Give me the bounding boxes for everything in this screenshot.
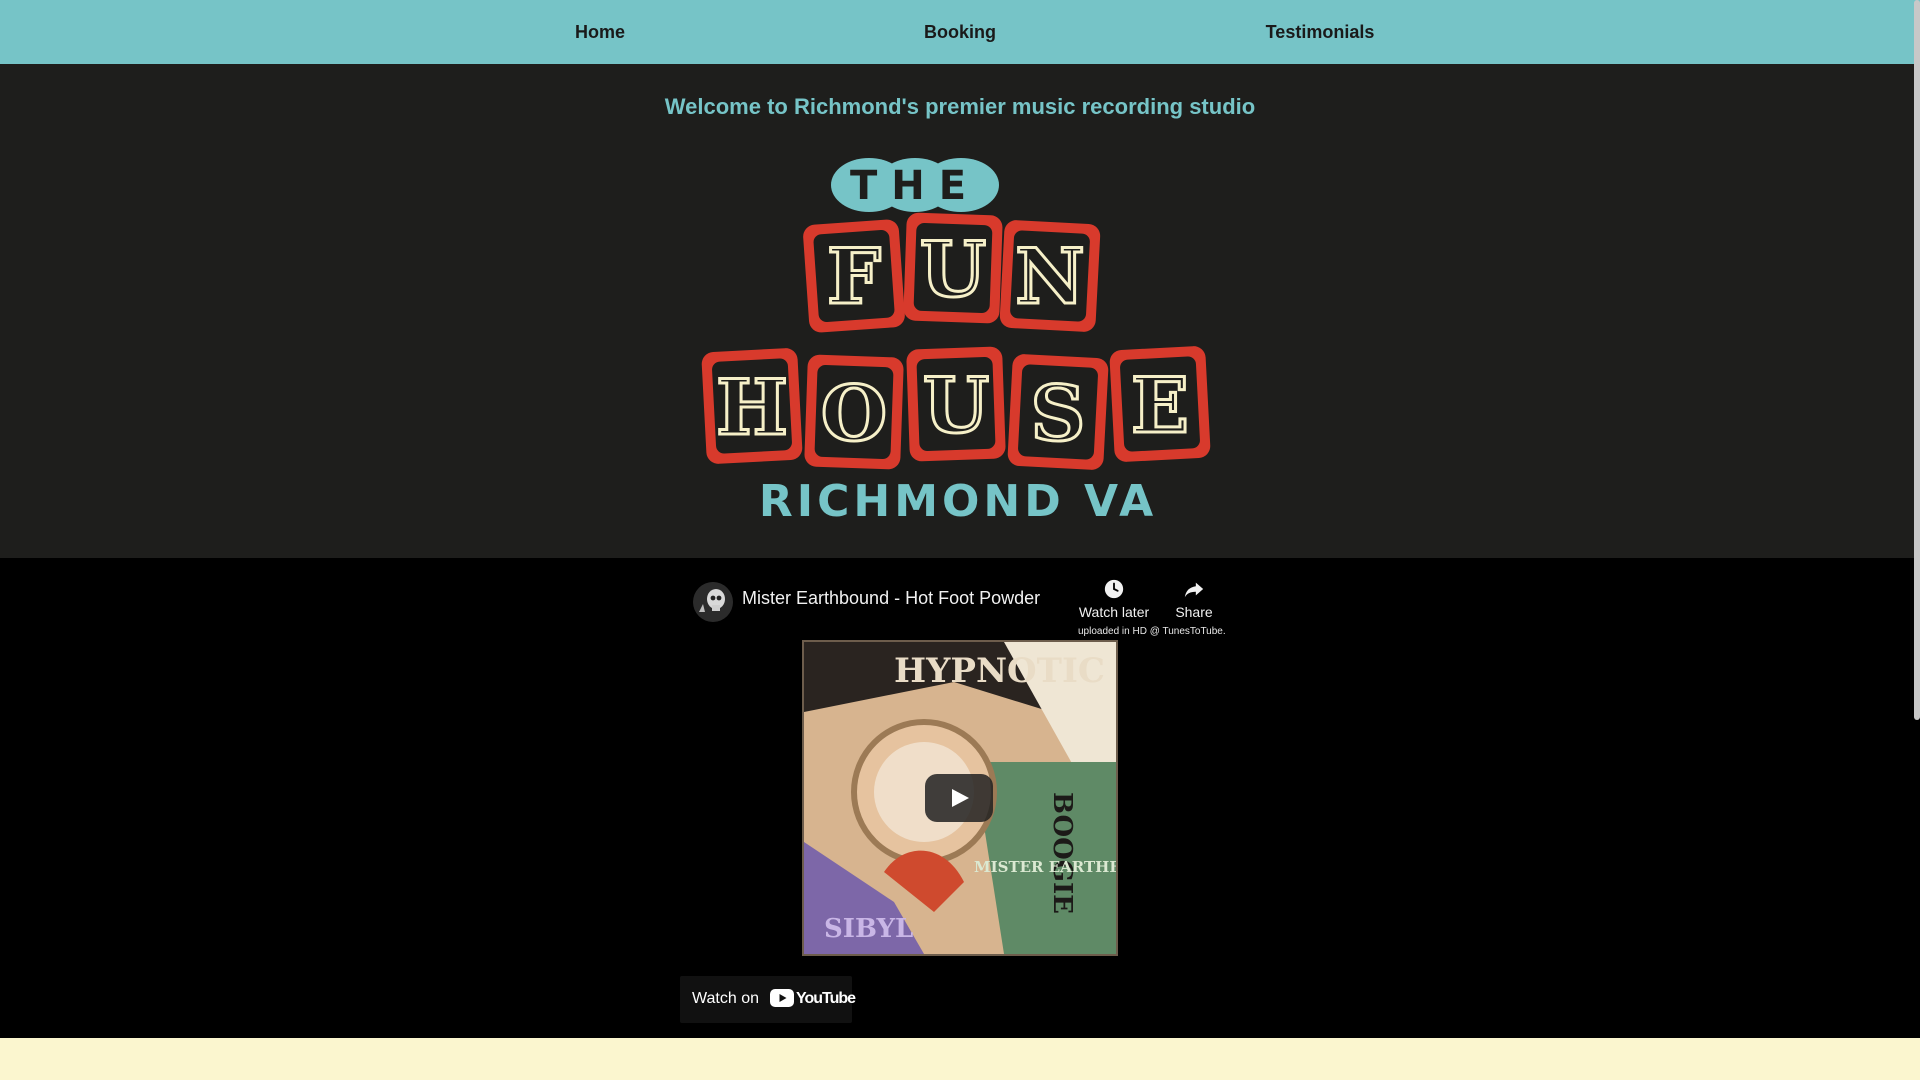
play-icon	[952, 789, 969, 807]
logo-letter: H	[716, 363, 788, 452]
footer-strip	[0, 1038, 1920, 1080]
logo-letter: E	[1131, 361, 1189, 450]
nav-booking-link[interactable]: Booking	[924, 0, 996, 64]
logo-the-badge: THE	[831, 158, 999, 212]
logo-letter: U	[920, 225, 986, 314]
fun-house-logo: THE F U N H O U S E RICHMOND VA	[701, 158, 1211, 527]
share-icon	[1184, 582, 1204, 598]
logo-letter: O	[821, 369, 887, 458]
logo-the-text: THE	[850, 163, 980, 209]
video-title[interactable]: Mister Earthbound - Hot Foot Powder	[742, 588, 1040, 609]
watch-later-button[interactable]: Watch later	[1074, 578, 1154, 620]
upload-note: uploaded in HD @ TunesToTube.	[1078, 626, 1226, 637]
share-label: Share	[1175, 604, 1213, 620]
logo-row-house: H O U S E	[701, 346, 1211, 470]
album-art-text: SIBYL	[824, 914, 913, 944]
logo-location-text: RICHMOND VA	[759, 476, 1157, 527]
clock-icon	[1104, 579, 1124, 599]
scrollbar[interactable]	[1914, 0, 1920, 720]
logo-letter: F	[827, 232, 881, 321]
album-art-text: MISTER EARTHBOUND	[974, 858, 1116, 876]
watch-on-label: Watch on	[692, 990, 759, 1007]
logo-letter: U	[923, 361, 989, 450]
youtube-wordmark: YouTube	[796, 990, 856, 1007]
play-button[interactable]	[925, 774, 993, 822]
welcome-heading: Welcome to Richmond's premier music reco…	[664, 94, 1256, 119]
nav-home-link[interactable]: Home	[575, 0, 625, 64]
logo-row-fun: F U N	[803, 212, 1101, 333]
album-art-text: BOOGIE	[1047, 792, 1077, 914]
album-art-text: HYPNOTIC	[894, 651, 1105, 691]
channel-avatar[interactable]	[693, 582, 733, 622]
watch-on-youtube-button[interactable]: Watch on YouTube	[680, 976, 856, 1023]
logo-letter: N	[1015, 232, 1084, 321]
top-nav: Home Booking Testimonials	[0, 0, 1920, 65]
watch-later-label: Watch later	[1078, 604, 1150, 620]
share-button[interactable]: Share	[1166, 578, 1222, 620]
youtube-logo-icon	[770, 989, 794, 1007]
skull-icon	[693, 582, 733, 622]
nav-testimonials-link[interactable]: Testimonials	[1266, 0, 1375, 64]
logo-letter: S	[1031, 369, 1086, 458]
